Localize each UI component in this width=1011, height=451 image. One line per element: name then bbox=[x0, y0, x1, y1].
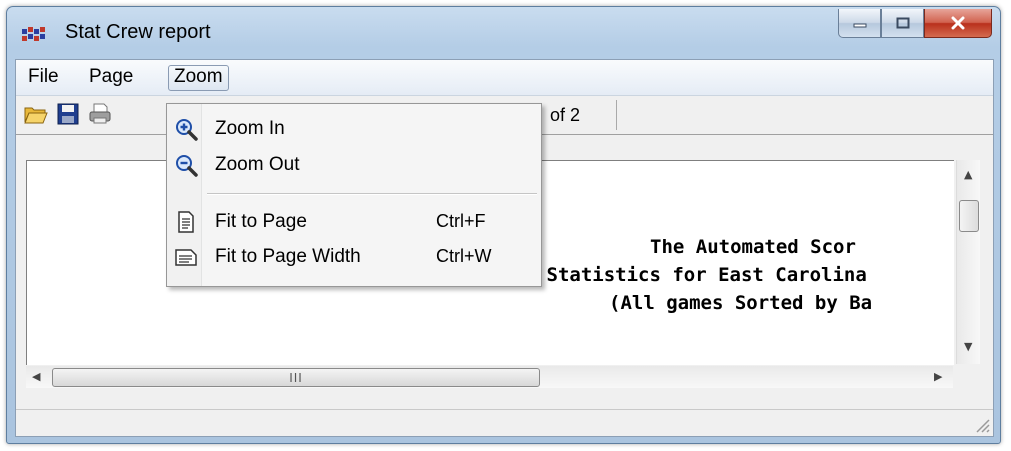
resize-grip-icon[interactable] bbox=[973, 416, 991, 434]
menu-item-zoom-in[interactable]: Zoom In bbox=[167, 112, 541, 146]
menu-item-zoom-out[interactable]: Zoom Out bbox=[167, 148, 541, 182]
report-sort-line: (All games Sorted by Ba bbox=[609, 292, 873, 314]
zoom-menu: Zoom In Zoom Out Fit to Page Ctrl+F Fit … bbox=[166, 103, 542, 287]
menu-page[interactable]: Page bbox=[84, 65, 138, 89]
open-folder-icon[interactable] bbox=[24, 103, 48, 125]
print-icon[interactable] bbox=[88, 103, 112, 125]
menu-item-shortcut: Ctrl+W bbox=[436, 246, 492, 266]
menu-item-label: Zoom Out bbox=[215, 154, 300, 175]
menu-zoom[interactable]: Zoom bbox=[168, 65, 229, 91]
menu-item-fit-to-page[interactable]: Fit to Page Ctrl+F bbox=[167, 205, 541, 239]
menu-item-fit-to-page-width[interactable]: Fit to Page Width Ctrl+W bbox=[167, 240, 541, 274]
window-title: Stat Crew report bbox=[65, 21, 211, 43]
menu-bar: File Page Zoom bbox=[16, 60, 993, 96]
maximize-button[interactable] bbox=[881, 9, 924, 38]
scroll-down-icon[interactable]: ▼ bbox=[964, 340, 972, 353]
horizontal-scroll-thumb[interactable]: III bbox=[52, 368, 540, 387]
menu-item-shortcut: Ctrl+F bbox=[436, 211, 486, 231]
zoom-out-icon bbox=[176, 155, 198, 177]
maximize-icon bbox=[896, 17, 909, 29]
scroll-up-icon[interactable]: ▲ bbox=[964, 168, 972, 181]
horizontal-scrollbar[interactable]: ◀ III ▶ bbox=[26, 366, 953, 388]
caption-buttons bbox=[838, 9, 992, 39]
minimize-button[interactable] bbox=[838, 9, 881, 38]
fit-width-icon bbox=[175, 249, 197, 266]
toolbar-separator bbox=[616, 100, 617, 130]
page-count-label: of 2 bbox=[550, 105, 581, 125]
menu-separator bbox=[207, 193, 537, 195]
vertical-scroll-thumb[interactable] bbox=[959, 200, 979, 232]
vertical-scrollbar[interactable]: ▲ ▼ bbox=[956, 160, 980, 364]
minimize-icon bbox=[853, 23, 866, 28]
menu-file[interactable]: File bbox=[23, 65, 64, 89]
scroll-left-icon[interactable]: ◀ bbox=[32, 370, 40, 383]
fit-page-icon bbox=[178, 211, 194, 233]
save-icon[interactable] bbox=[56, 103, 80, 125]
title-bar[interactable]: Stat Crew report bbox=[7, 7, 1000, 61]
menu-item-label: Fit to Page bbox=[215, 211, 307, 232]
close-button[interactable] bbox=[924, 9, 992, 38]
zoom-in-icon bbox=[176, 119, 198, 141]
report-title-line: The Automated Scor bbox=[650, 236, 856, 258]
scroll-grip: III bbox=[289, 370, 303, 385]
stat-crew-icon bbox=[22, 27, 45, 41]
scroll-right-icon[interactable]: ▶ bbox=[934, 370, 942, 383]
close-icon bbox=[951, 16, 965, 30]
menu-item-label: Zoom In bbox=[215, 118, 285, 139]
status-bar bbox=[16, 409, 993, 436]
menu-item-label: Fit to Page Width bbox=[215, 246, 361, 267]
